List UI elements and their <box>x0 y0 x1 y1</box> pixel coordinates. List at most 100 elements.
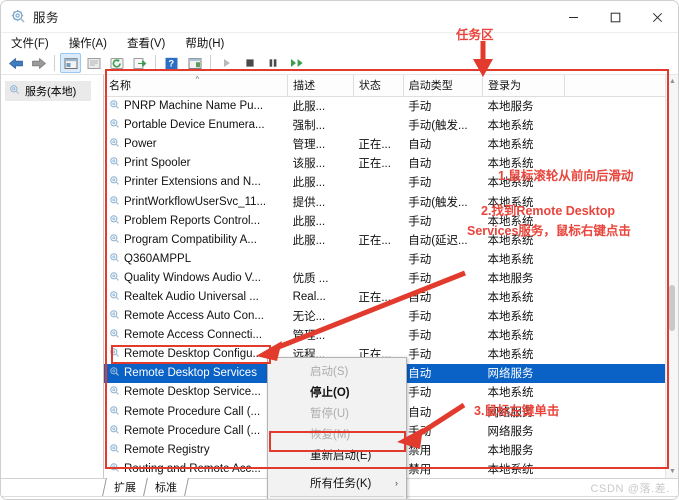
cell-filler <box>564 97 677 116</box>
close-button[interactable] <box>636 1 678 33</box>
service-name-label: Remote Procedure Call (... <box>124 424 261 437</box>
cell-logon-as: 本地服务 <box>487 101 534 114</box>
cell-filler <box>564 440 677 459</box>
menu-file[interactable]: 文件(F) <box>9 34 51 52</box>
show-action-pane-icon[interactable] <box>184 53 205 73</box>
cell-service-name: Remote Desktop Configu... <box>104 345 288 364</box>
show-hide-console-tree-icon[interactable] <box>60 53 81 73</box>
maximize-button[interactable] <box>594 1 636 33</box>
ctx-start: 启动(S) <box>310 365 349 378</box>
vertical-scrollbar[interactable]: ▲ ▼ <box>665 75 678 478</box>
cell-logon-as: 本地系统 <box>487 253 534 266</box>
service-gear-icon <box>109 233 120 247</box>
scroll-up-arrow-icon[interactable]: ▲ <box>666 75 678 88</box>
separator-2 <box>155 55 156 71</box>
cell-status <box>353 211 403 230</box>
cell-status <box>353 249 403 268</box>
service-name-label: Remote Desktop Configu... <box>124 348 263 361</box>
cell-filler <box>564 135 677 154</box>
service-name-label: Q360AMPPL <box>124 252 192 265</box>
cell-logon-as: 本地服务 <box>487 272 534 285</box>
title-bar-left: 服务 <box>1 7 59 26</box>
minimize-button[interactable] <box>552 1 594 33</box>
scrollbar-thumb[interactable] <box>669 285 675 331</box>
tab-standard[interactable]: 标准 <box>143 478 189 496</box>
service-gear-icon <box>109 405 120 419</box>
cell-service-name: Remote Access Auto Con... <box>104 307 288 326</box>
table-row[interactable]: Remote Access Auto Con... 无论... 手动 本地系统 <box>104 307 678 326</box>
cell-startup-type: 禁用 <box>408 444 432 457</box>
tab-extended[interactable]: 扩展 <box>102 478 148 496</box>
menu-action[interactable]: 操作(A) <box>67 34 109 52</box>
pause-service-icon[interactable] <box>262 53 283 73</box>
table-row[interactable]: Realtek Audio Universal ... Real... 正在... 自… <box>104 287 678 306</box>
cell-logon-as: 本地系统 <box>487 330 534 343</box>
cell-service-name: PNRP Machine Name Pu... <box>104 97 288 116</box>
service-gear-icon <box>109 175 120 189</box>
tree-node-services-local[interactable]: 服务(本地) <box>5 81 91 101</box>
help-icon[interactable]: ? <box>161 53 182 73</box>
stop-service-icon[interactable] <box>239 53 260 73</box>
service-gear-icon <box>109 118 120 132</box>
column-header-name[interactable]: 名称 ^ <box>104 75 289 97</box>
menu-help[interactable]: 帮助(H) <box>183 34 226 52</box>
cell-filler <box>564 287 677 306</box>
sort-ascending-icon: ^ <box>195 75 200 84</box>
cell-description: 该服... <box>292 158 326 171</box>
start-service-icon[interactable] <box>216 53 237 73</box>
column-header-description[interactable]: 描述 <box>287 75 354 97</box>
annotation-step-1: 1.鼠标滚轮从前向后滑动 <box>498 169 634 183</box>
back-icon[interactable] <box>5 53 26 73</box>
scroll-down-arrow-icon[interactable]: ▼ <box>666 465 678 478</box>
svg-text:?: ? <box>168 58 174 69</box>
cell-service-name: Routing and Remote Acc... <box>104 459 288 478</box>
cell-logon-as: 本地系统 <box>487 349 534 362</box>
service-name-label: Remote Access Auto Con... <box>124 310 264 323</box>
cell-startup-type: 手动 <box>408 330 432 343</box>
table-row[interactable]: Q360AMPPL 手动 本地系统 <box>104 249 678 268</box>
tab-standard-label: 标准 <box>155 482 177 494</box>
service-gear-icon <box>109 214 120 228</box>
cell-logon-as: 本地系统 <box>487 463 534 476</box>
service-name-label: Remote Registry <box>124 443 210 456</box>
ctx-restart[interactable]: 重新启动(E) <box>268 444 406 465</box>
table-row[interactable]: PNRP Machine Name Pu... 此服... 手动 本地服务 <box>104 97 678 116</box>
cell-startup-type: 手动(触发... <box>408 196 468 209</box>
menu-view[interactable]: 查看(V) <box>125 34 167 52</box>
export-list-icon[interactable] <box>129 53 150 73</box>
table-row[interactable]: Quality Windows Audio V... 优质 ... 手动 本地服务 <box>104 268 678 287</box>
cell-filler <box>564 345 677 364</box>
ctx-stop[interactable]: 停止(O) <box>268 381 406 402</box>
cell-service-name: Remote Desktop Service... <box>104 383 288 402</box>
service-gear-icon <box>109 99 120 113</box>
restart-service-icon[interactable] <box>285 53 306 73</box>
table-row[interactable]: Power 管理... 正在... 自动 本地系统 <box>104 135 678 154</box>
refresh-icon[interactable] <box>106 53 127 73</box>
properties-icon[interactable] <box>83 53 104 73</box>
forward-icon[interactable] <box>28 53 49 73</box>
cell-status <box>353 268 403 287</box>
cell-logon-as: 本地系统 <box>487 120 534 133</box>
cell-description: 优质 ... <box>292 272 329 285</box>
column-header-logon-as[interactable]: 登录为 <box>482 75 565 97</box>
cell-status <box>353 326 403 345</box>
ctx-resume: 恢复(M) <box>310 428 351 441</box>
cell-description: 此服... <box>292 215 326 228</box>
table-row[interactable]: Portable Device Enumera... 强制... 手动(触发... 本… <box>104 116 678 135</box>
service-gear-icon <box>109 366 120 380</box>
cell-status: 正在... <box>358 158 391 171</box>
service-gear-icon <box>109 290 120 304</box>
service-name-label: Program Compatibility A... <box>124 233 257 246</box>
service-name-label: Problem Reports Control... <box>124 214 261 227</box>
cell-status <box>353 97 403 116</box>
table-row[interactable]: Remote Access Connecti... 管理... 手动 本地系统 <box>104 326 678 345</box>
column-header-name-label: 名称 <box>109 80 131 92</box>
column-header-startup-type[interactable]: 启动类型 <box>403 75 484 97</box>
ctx-all-tasks[interactable]: 所有任务(K) › <box>268 472 406 493</box>
cell-logon-as: 本地系统 <box>487 139 534 152</box>
service-name-label: Remote Desktop Service... <box>124 386 261 399</box>
cell-filler <box>564 326 677 345</box>
cell-service-name: Quality Windows Audio V... <box>104 268 288 287</box>
column-header-status[interactable]: 状态 <box>353 75 404 97</box>
cell-service-name: Remote Procedure Call (... <box>104 402 288 421</box>
